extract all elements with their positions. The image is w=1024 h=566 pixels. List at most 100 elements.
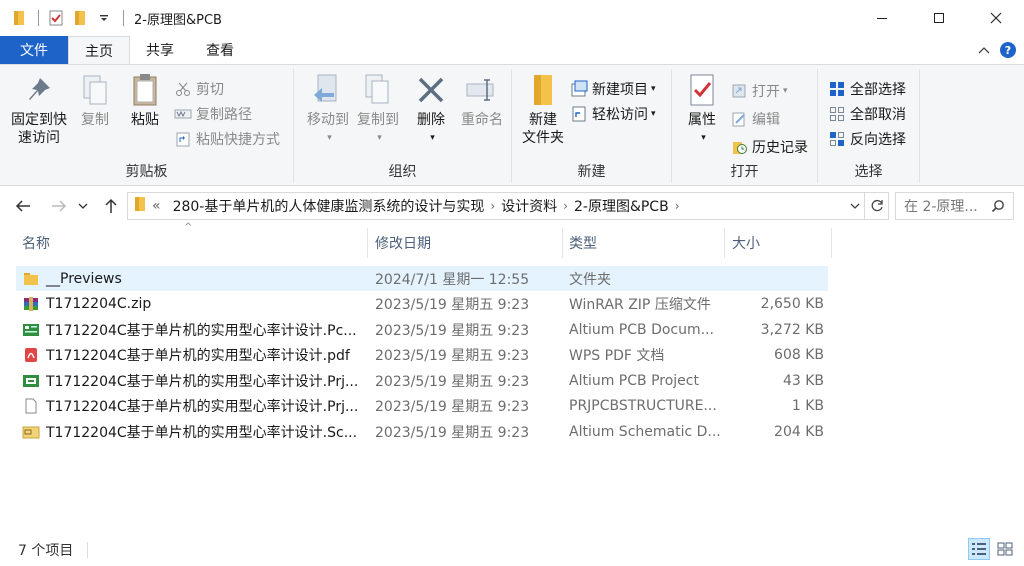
paste-shortcut-button[interactable]: 粘贴快捷方式 [174, 127, 280, 151]
move-to-button[interactable]: 移动到 ▾ [300, 73, 356, 147]
breadcrumb-item[interactable]: 280-基于单片机的人体健康监测系统的设计与实现 [173, 196, 485, 216]
chevron-right-icon[interactable]: › [563, 199, 568, 213]
breadcrumb-item[interactable]: 2-原理图&PCB [574, 196, 669, 216]
tab-home[interactable]: 主页 [68, 36, 130, 64]
search-input[interactable]: 在 2-原理... [895, 192, 1014, 220]
open-icon [730, 82, 748, 100]
column-header-name[interactable]: 名称 [16, 228, 368, 258]
select-group: 全部选择 全部取消 反向选择 选择 [818, 69, 920, 183]
navigation-bar: « 280-基于单片机的人体健康监测系统的设计与实现 › 设计资料 › 2-原理… [0, 190, 1024, 222]
invert-selection-button[interactable]: 反向选择 [828, 127, 906, 151]
delete-button[interactable]: 删除 ▾ [410, 73, 452, 147]
ribbon-tabs: 文件 主页 共享 查看 ? [0, 36, 1024, 64]
file-row[interactable]: T1712204C基于单片机的实用型心率计设计.Prj... 2023/5/19 … [16, 368, 828, 393]
file-date: 2023/5/19 星期五 9:23 [375, 399, 530, 415]
new-item-button[interactable]: 新建项目 ▾ [570, 77, 656, 101]
delete-x-icon [414, 73, 448, 107]
file-row[interactable]: T1712204C基于单片机的实用型心率计设计.Sc... 2023/5/19 星… [16, 419, 828, 444]
pin-quick-access-button[interactable]: 固定到快 速访问 [8, 73, 70, 147]
easy-access-button[interactable]: 轻松访问 ▾ [570, 102, 656, 126]
file-name: T1712204C基于单片机的实用型心率计设计.pdf [46, 348, 350, 364]
pin-icon [22, 73, 56, 107]
quick-access-toolbar [0, 0, 130, 36]
column-header-size[interactable]: 大小 [726, 228, 832, 258]
new-folder-quick-icon[interactable] [69, 7, 91, 29]
item-count-status: 7 个项目 [18, 543, 74, 559]
details-view-icon[interactable] [968, 538, 990, 560]
file-date: 2023/5/19 星期五 9:23 [375, 348, 530, 364]
breadcrumb-overflow[interactable]: « [152, 198, 161, 214]
copy-icon [78, 73, 112, 107]
pcb-project-icon [22, 372, 40, 390]
maximize-button[interactable] [910, 0, 967, 36]
refresh-icon[interactable] [865, 192, 889, 220]
copy-path-icon [174, 105, 192, 123]
help-icon[interactable]: ? [1000, 42, 1016, 58]
minimize-button[interactable] [853, 0, 910, 36]
select-none-icon [828, 105, 846, 123]
file-type: WPS PDF 文档 [569, 348, 665, 364]
new-folder-button[interactable]: 新建 文件夹 [516, 73, 570, 147]
copy-path-button[interactable]: 复制路径 [174, 102, 252, 126]
edit-button[interactable]: 编辑 [730, 107, 780, 131]
winrar-icon [22, 295, 40, 313]
customize-toolbar-icon[interactable] [93, 7, 115, 29]
file-name: T1712204C.zip [46, 296, 152, 312]
column-header-type[interactable]: 类型 [563, 228, 725, 258]
chevron-right-icon[interactable]: › [675, 199, 680, 213]
file-type: Altium PCB Docum... [569, 321, 714, 338]
recent-locations-chevron-icon[interactable] [72, 191, 94, 221]
copy-to-icon [361, 73, 395, 107]
move-to-icon [311, 73, 345, 107]
paste-button[interactable]: 粘贴 [124, 73, 166, 129]
file-size: 2,650 KB [760, 296, 824, 312]
cut-button[interactable]: 剪切 [174, 77, 224, 101]
close-button[interactable] [967, 0, 1024, 36]
select-none-button[interactable]: 全部取消 [828, 102, 906, 126]
file-row[interactable]: T1712204C基于单片机的实用型心率计设计.Pc... 2023/5/19 星… [16, 317, 828, 342]
clipboard-group-label: 剪贴板 [125, 164, 168, 180]
collapse-ribbon-icon[interactable] [978, 43, 990, 58]
large-icons-view-icon[interactable] [994, 538, 1016, 560]
address-bar[interactable]: « 280-基于单片机的人体健康监测系统的设计与实现 › 设计资料 › 2-原理… [127, 192, 865, 220]
ribbon: 固定到快 速访问 复制 粘贴 剪切 复制路径 粘贴快捷方式 剪贴板 移动到 ▾ … [0, 64, 1024, 186]
file-name: T1712204C基于单片机的实用型心率计设计.Sc... [46, 424, 358, 441]
file-row[interactable]: T1712204C基于单片机的实用型心率计设计.Prj... 2023/5/19 … [16, 394, 828, 419]
blank-file-icon [22, 397, 40, 415]
copy-button[interactable]: 复制 [74, 73, 116, 129]
chevron-right-icon[interactable]: › [490, 199, 495, 213]
search-icon [991, 199, 1005, 217]
tab-share[interactable]: 共享 [130, 36, 190, 64]
title-bar: 2-原理图&PCB [0, 0, 1024, 36]
file-row[interactable]: __Previews 2024/7/1 星期一 12:55 文件夹 [16, 266, 828, 291]
forward-arrow-icon[interactable] [44, 191, 74, 221]
breadcrumb-item[interactable]: 设计资料 [501, 196, 557, 216]
file-size: 3,272 KB [760, 321, 824, 338]
properties-quick-icon[interactable] [45, 7, 67, 29]
file-size: 608 KB [774, 347, 824, 363]
file-date: 2023/5/19 星期五 9:23 [375, 424, 530, 441]
open-group-label: 打开 [730, 164, 759, 180]
scissors-icon [174, 80, 192, 98]
edit-pencil-icon [730, 110, 748, 128]
tab-view[interactable]: 查看 [190, 36, 250, 64]
tab-file[interactable]: 文件 [0, 36, 68, 64]
select-all-button[interactable]: 全部选择 [828, 77, 906, 101]
view-toggle [968, 538, 1016, 560]
folder-icon [134, 196, 146, 216]
window-controls [853, 0, 1024, 36]
file-name-cell: __Previews [22, 266, 368, 291]
file-row[interactable]: T1712204C.zip 2023/5/19 星期五 9:23 WinRAR ZI… [16, 292, 828, 317]
open-button[interactable]: 打开 ▾ [730, 79, 788, 103]
column-header-date[interactable]: 修改日期 [369, 228, 563, 258]
rename-button[interactable]: 重命名 [454, 73, 510, 129]
copy-to-button[interactable]: 复制到 ▾ [350, 73, 406, 147]
up-arrow-icon[interactable] [96, 191, 126, 221]
new-group: 新建 文件夹 新建项目 ▾ 轻松访问 ▾ 新建 [512, 69, 672, 183]
address-dropdown-icon[interactable] [845, 192, 865, 220]
back-arrow-icon[interactable] [8, 191, 38, 221]
properties-button[interactable]: 属性 ▾ [680, 73, 724, 147]
folder-icon [8, 7, 30, 29]
history-button[interactable]: 历史记录 [730, 135, 808, 159]
file-row[interactable]: T1712204C基于单片机的实用型心率计设计.pdf 2023/5/19 星期五… [16, 343, 828, 368]
